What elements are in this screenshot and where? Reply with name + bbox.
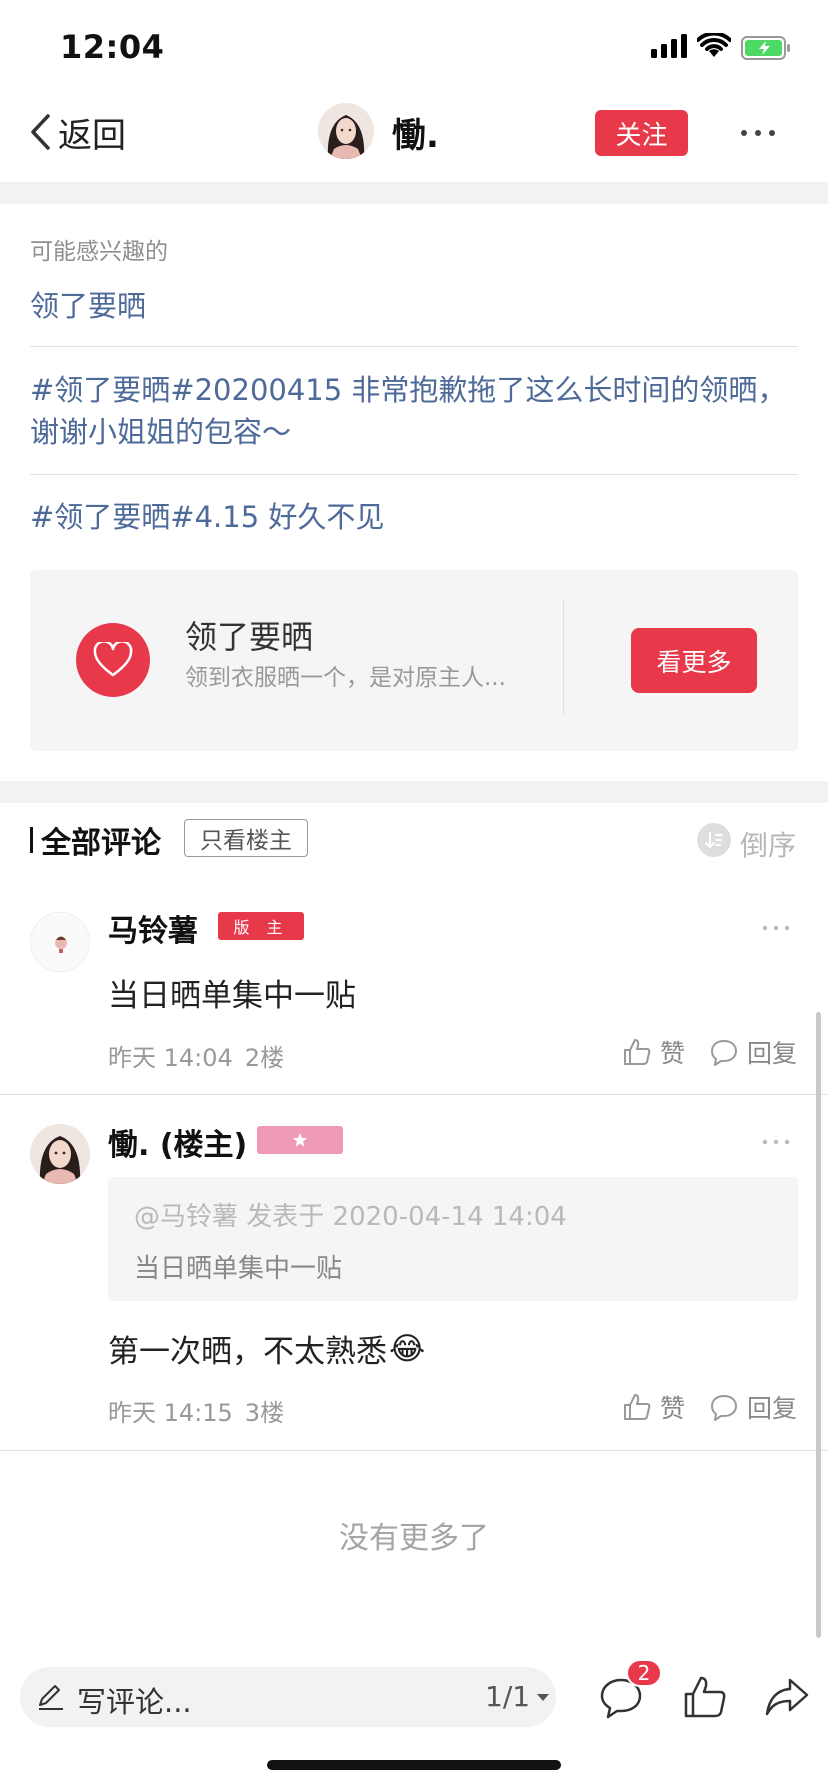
reply-label: 回复 — [747, 1394, 798, 1423]
follow-button[interactable]: 关注 — [595, 110, 688, 156]
user-avatar[interactable] — [318, 103, 374, 159]
see-more-button[interactable]: 看更多 — [631, 628, 757, 693]
divider — [0, 1094, 828, 1095]
divider — [0, 1450, 828, 1451]
comment-time: 昨天 14:15 — [108, 1399, 233, 1427]
comment-text: 第一次晒，不太熟悉 — [108, 1334, 387, 1370]
more-options-icon[interactable] — [740, 118, 776, 148]
comments-title: 全部评论 — [30, 818, 161, 862]
cellular-signal-icon — [651, 34, 687, 58]
interest-link[interactable]: #领了要晒#4.15 好久不见 — [30, 496, 798, 538]
comment-text: 当日晒单集中一贴 — [108, 978, 356, 1014]
commenter-avatar[interactable] — [30, 912, 90, 972]
share-icon[interactable] — [764, 1674, 810, 1720]
no-more-text: 没有更多了 — [339, 1521, 489, 1556]
nav-user-name: 慟. — [392, 116, 439, 156]
comment-more-icon[interactable] — [762, 1138, 790, 1146]
quote-header: @马铃薯 发表于 2020-04-14 14:04 — [134, 1202, 567, 1232]
like-label: 赞 — [660, 1039, 686, 1068]
reply-button[interactable]: 回复 — [709, 1034, 797, 1070]
comments-title-text: 全部评论 — [41, 826, 161, 861]
chat-bubble-icon — [711, 1395, 737, 1421]
home-indicator — [267, 1760, 561, 1770]
chat-bubble-icon — [711, 1040, 737, 1066]
title-bar — [30, 827, 33, 853]
back-button[interactable]: 返回 — [28, 107, 126, 157]
comment-meta: 昨天 14:15 3楼 — [108, 1393, 284, 1428]
topic-icon — [76, 623, 150, 697]
thumbs-up-icon — [624, 1394, 651, 1420]
like-label: 赞 — [660, 1394, 686, 1423]
battery-icon — [741, 36, 790, 60]
section-divider — [0, 182, 828, 204]
comment-floor: 2楼 — [244, 1044, 285, 1072]
only-op-button[interactable]: 只看楼主 — [184, 819, 308, 857]
reply-button[interactable]: 回复 — [709, 1389, 797, 1425]
comment-floor: 3楼 — [244, 1399, 285, 1427]
commenter-name[interactable]: 马铃薯 — [108, 906, 198, 950]
sort-icon[interactable] — [697, 823, 731, 857]
divider — [30, 474, 798, 475]
caret-down-icon — [537, 1693, 550, 1701]
section-divider — [0, 781, 828, 803]
heart-icon — [93, 642, 133, 677]
quote-body: 当日晒单集中一贴 — [134, 1254, 343, 1284]
divider — [30, 346, 798, 347]
page-selector[interactable]: 1/1 — [485, 1680, 550, 1713]
page-number: 1/1 — [485, 1680, 531, 1713]
topic-card-title: 领了要晒 — [185, 618, 314, 656]
back-label: 返回 — [58, 115, 126, 156]
star-icon — [293, 1133, 307, 1147]
reverse-order-label[interactable]: 倒序 — [740, 824, 796, 864]
comment-meta: 昨天 14:04 2楼 — [108, 1038, 284, 1073]
member-badge — [257, 1126, 343, 1154]
comment-count-badge: 2 — [626, 1659, 662, 1687]
like-button[interactable]: 赞 — [622, 1389, 685, 1425]
chevron-left-icon — [31, 114, 50, 150]
like-button[interactable]: 赞 — [622, 1034, 685, 1070]
interest-link[interactable]: 领了要晒 — [30, 285, 798, 327]
pen-icon — [39, 1685, 63, 1710]
comment-content: 第一次晒，不太熟悉 😂 — [108, 1326, 425, 1371]
comment-placeholder[interactable]: 写评论... — [77, 1679, 192, 1721]
status-time: 12:04 — [60, 28, 165, 66]
commenter-name[interactable]: 慟. (楼主) — [108, 1120, 247, 1164]
interest-title: 可能感兴趣的 — [30, 239, 168, 265]
comment-time: 昨天 14:04 — [108, 1044, 233, 1072]
reply-label: 回复 — [747, 1039, 798, 1068]
laughing-emoji: 😂 — [389, 1330, 426, 1367]
comment-more-icon[interactable] — [762, 924, 790, 932]
commenter-avatar[interactable] — [30, 1124, 90, 1184]
scrollbar[interactable] — [816, 1012, 821, 1638]
moderator-badge: 版 主 — [218, 912, 304, 940]
thumbs-up-icon — [624, 1039, 651, 1065]
interest-link[interactable]: #领了要晒#20200415 非常抱歉拖了这么长时间的领晒，谢谢小姐姐的包容～ — [30, 369, 798, 453]
card-divider — [563, 600, 564, 715]
like-icon[interactable] — [682, 1674, 728, 1720]
wifi-icon — [697, 33, 731, 57]
topic-card-subtitle: 领到衣服晒一个，是对原主人... — [185, 665, 506, 691]
